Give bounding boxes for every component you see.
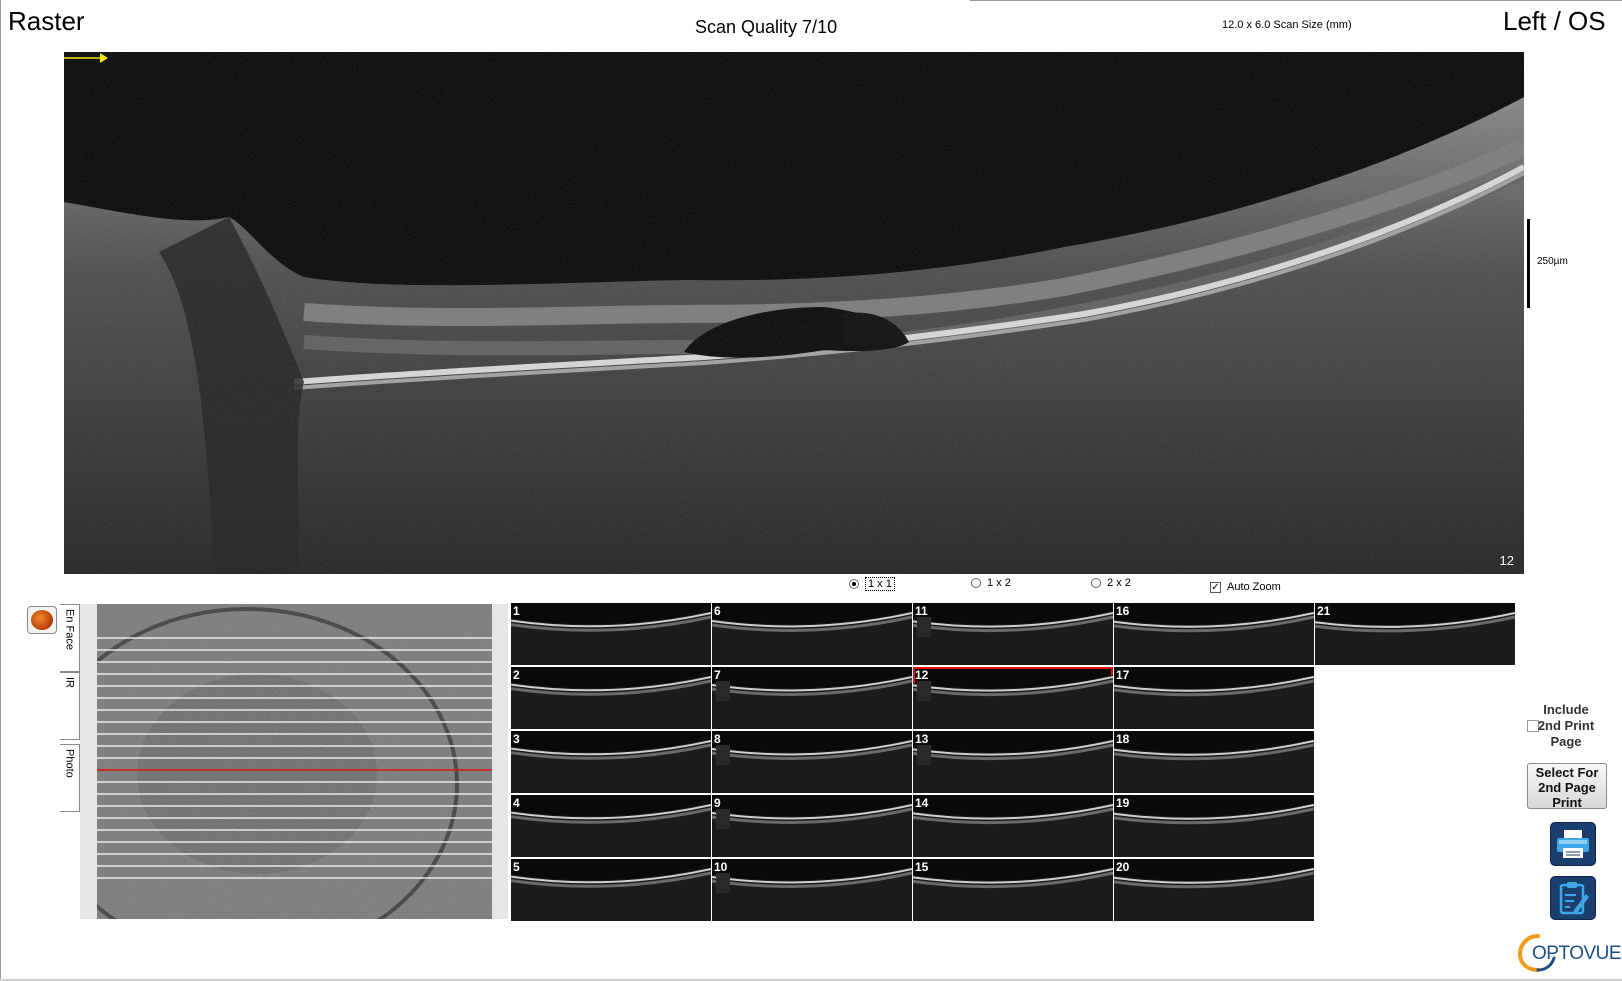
- bscan-thumbnail[interactable]: 10: [712, 859, 912, 921]
- layout-option-2x2[interactable]: 2 x 2: [1091, 577, 1131, 589]
- bscan-thumbnail[interactable]: 5: [511, 859, 711, 921]
- thumbnail-number: 10: [714, 860, 728, 874]
- window-left-edge: [0, 0, 1, 981]
- thumbnail-number: 18: [1116, 732, 1130, 746]
- bscan-thumbnail[interactable]: 19: [1114, 795, 1314, 857]
- thumbnail-number: 6: [714, 604, 721, 618]
- thumbnail-number: 2: [513, 668, 520, 682]
- thumbnail-number: 13: [915, 732, 929, 746]
- layout-label-1x1: 1 x 1: [865, 577, 895, 591]
- bscan-thumbnail[interactable]: 21: [1315, 603, 1515, 665]
- clipboard-edit-icon: [1559, 882, 1589, 915]
- eye-fundus-icon: [31, 610, 53, 630]
- print-button[interactable]: [1550, 822, 1596, 866]
- thumbnail-number: 14: [915, 796, 929, 810]
- include-label-line3: Page: [1550, 734, 1582, 749]
- thumbnail-number: 4: [513, 796, 520, 810]
- brand-name: OPTOVUE: [1532, 943, 1622, 964]
- thumbnail-number: 11: [915, 604, 928, 618]
- thumbnail-number: 19: [1116, 796, 1130, 810]
- bscan-thumbnail[interactable]: 7: [712, 667, 912, 729]
- thumbnail-number: 3: [513, 732, 520, 746]
- bscan-thumbnail[interactable]: 6: [712, 603, 912, 665]
- radio-1x1[interactable]: [849, 579, 859, 589]
- eye-label: Left / OS: [1503, 6, 1606, 36]
- tab-photo-label: Photo: [63, 749, 76, 778]
- layout-label-1x2: 1 x 2: [987, 577, 1011, 589]
- select-for-2nd-page-button[interactable]: Select For 2nd Page Print: [1527, 763, 1607, 810]
- thumbnail-number: 8: [714, 732, 721, 746]
- scale-label: 250µm: [1537, 256, 1568, 267]
- radio-2x2[interactable]: [1091, 578, 1101, 588]
- bscan-thumbnail[interactable]: 20: [1114, 859, 1314, 921]
- bscan-thumbnail[interactable]: 4: [511, 795, 711, 857]
- thumbnail-number: 5: [513, 860, 520, 874]
- bscan-thumbnail[interactable]: 15: [913, 859, 1113, 921]
- thumbnail-number: 9: [714, 796, 721, 810]
- report-button[interactable]: [1550, 876, 1596, 920]
- en-face-image[interactable]: [97, 604, 492, 919]
- auto-zoom-option[interactable]: ✓ Auto Zoom: [1210, 581, 1281, 593]
- bscan-thumbnail[interactable]: 9: [712, 795, 912, 857]
- scan-quality: Scan Quality 7/10: [695, 17, 838, 37]
- arrow-right-icon: [64, 53, 108, 63]
- tab-ir[interactable]: IR: [60, 672, 80, 740]
- include-label-line1: Include: [1543, 702, 1589, 717]
- tab-en-face-label: En Face: [63, 609, 76, 650]
- view-tabs: En Face IR Photo: [60, 604, 80, 919]
- bscan-thumbnail[interactable]: 2: [511, 667, 711, 729]
- thumbnail-number: 17: [1116, 668, 1130, 682]
- layout-option-1x1[interactable]: 1 x 1: [849, 577, 895, 591]
- bscan-thumbnail[interactable]: 11: [913, 603, 1113, 665]
- scale-bar: [1527, 219, 1530, 308]
- fundus-photo-button[interactable]: [27, 606, 57, 634]
- tab-photo[interactable]: Photo: [60, 744, 80, 812]
- tab-ir-label: IR: [63, 677, 76, 688]
- bscan-thumbnail[interactable]: 3: [511, 731, 711, 793]
- auto-zoom-label: Auto Zoom: [1227, 581, 1281, 593]
- layout-label-2x2: 2 x 2: [1107, 577, 1131, 589]
- tab-en-face[interactable]: En Face: [60, 604, 80, 672]
- auto-zoom-checkbox[interactable]: ✓: [1210, 581, 1221, 593]
- include-2nd-page-label: Include 2nd Print Page: [1534, 702, 1598, 750]
- bscan-thumbnail[interactable]: 18: [1114, 731, 1314, 793]
- include-label-line2: 2nd Print: [1537, 718, 1595, 733]
- radio-1x2[interactable]: [971, 578, 981, 588]
- bscan-thumbnail[interactable]: 12: [913, 667, 1113, 729]
- thumbnail-number: 12: [915, 668, 929, 682]
- select-line3: Print: [1552, 795, 1582, 810]
- scan-size: 12.0 x 6.0 Scan Size (mm): [1222, 19, 1352, 31]
- thumbnail-number: 15: [915, 860, 929, 874]
- thumbnail-number: 20: [1116, 860, 1130, 874]
- printer-icon: [1557, 830, 1589, 858]
- scan-mode-title: Raster: [8, 6, 85, 36]
- bscan-thumbnail[interactable]: 1: [511, 603, 711, 665]
- thumbnail-number: 21: [1317, 604, 1331, 618]
- layout-option-1x2[interactable]: 1 x 2: [971, 577, 1011, 589]
- bscan-thumbnail[interactable]: 8: [712, 731, 912, 793]
- bscan-thumbnail[interactable]: 13: [913, 731, 1113, 793]
- select-line1: Select For: [1535, 765, 1599, 780]
- bscan-thumbnail[interactable]: 14: [913, 795, 1113, 857]
- slice-number: 12: [1499, 553, 1514, 568]
- thumbnail-number: 1: [513, 604, 520, 618]
- window-top-edge: [970, 0, 1622, 1]
- thumbnail-number: 16: [1116, 604, 1130, 618]
- main-bscan-view[interactable]: 12: [64, 52, 1524, 574]
- bscan-thumbnail[interactable]: 17: [1114, 667, 1314, 729]
- bscan-thumbnail[interactable]: 16: [1114, 603, 1314, 665]
- select-line2: 2nd Page: [1538, 780, 1596, 795]
- thumbnail-number: 7: [714, 668, 721, 682]
